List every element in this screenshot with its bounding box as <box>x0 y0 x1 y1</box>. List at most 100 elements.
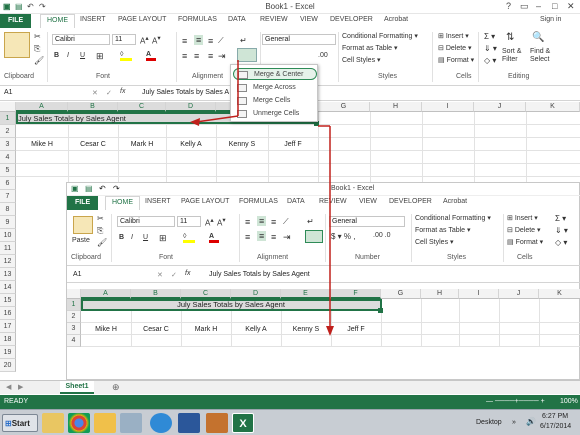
inner-column-header-h[interactable]: H <box>421 289 459 299</box>
row-header-12[interactable]: 12 <box>0 255 16 268</box>
row-header-15[interactable]: 15 <box>0 294 16 307</box>
sort-filter-icon[interactable]: ⇅ <box>506 32 514 43</box>
indent-icon[interactable]: ⇥ <box>218 51 226 62</box>
row-header-8[interactable]: 8 <box>0 203 16 216</box>
word-icon[interactable] <box>178 413 200 433</box>
inner-font-size-box[interactable]: 11 <box>177 216 201 227</box>
inner-cell-c3[interactable]: Mark H <box>181 323 231 336</box>
inner-top-align-icon[interactable]: ≡ <box>245 217 250 227</box>
tab-formulas[interactable]: FORMULAS <box>178 16 217 23</box>
bold-icon[interactable]: B <box>54 52 59 59</box>
bottom-align-icon[interactable]: ≡ <box>208 36 213 46</box>
cell-a1[interactable]: July Sales Totals by Sales Agent <box>18 112 126 125</box>
inner-number-format-box[interactable]: General <box>329 216 405 227</box>
inner-tab-data[interactable]: DATA <box>287 198 305 205</box>
menu-item-unmerge-cells[interactable]: Unmerge Cells <box>233 108 317 120</box>
autosum-icon[interactable]: Σ ▾ <box>484 32 495 41</box>
tab-home[interactable]: HOME <box>40 14 75 28</box>
cut-icon[interactable]: ✂ <box>34 32 41 41</box>
row-header-10[interactable]: 10 <box>0 229 16 242</box>
row-header-19[interactable]: 19 <box>0 346 16 359</box>
fill-color-icon[interactable]: ◊ <box>120 51 132 61</box>
cell-c3[interactable]: Mark H <box>118 138 166 151</box>
inner-save-icon[interactable]: ▤ <box>85 184 93 193</box>
font-size-box[interactable]: 11 <box>112 34 136 45</box>
desktop-label[interactable]: Desktop <box>476 419 502 426</box>
clear-icon[interactable]: ◇ ▾ <box>484 56 496 65</box>
font-color-icon[interactable]: A <box>146 51 156 61</box>
insert-function-icon[interactable]: fx <box>120 88 125 95</box>
scroll-tabs-right-icon[interactable]: ▶ <box>18 383 23 391</box>
inner-cell-a3[interactable]: Mike H <box>81 323 131 336</box>
row-header-6[interactable]: 6 <box>0 177 16 190</box>
underline-icon[interactable]: U <box>80 52 85 59</box>
tab-insert[interactable]: INSERT <box>80 16 106 23</box>
cell-b3[interactable]: Cesar C <box>68 138 118 151</box>
number-format-box[interactable]: General <box>262 34 336 45</box>
formula-input[interactable]: July Sales Totals by Sales A <box>140 88 234 99</box>
app-icon[interactable] <box>120 413 142 433</box>
inner-italic-icon[interactable]: I <box>131 234 133 241</box>
tab-view[interactable]: VIEW <box>300 16 318 23</box>
inner-tab-formulas[interactable]: FORMULAS <box>239 198 278 205</box>
sign-in-link[interactable]: Sign in <box>540 16 561 23</box>
inner-clear-icon[interactable]: ◇ ▾ <box>555 238 567 247</box>
row-header-13[interactable]: 13 <box>0 268 16 281</box>
inner-format-cells-button[interactable]: ▤ Format ▾ <box>507 238 543 246</box>
inner-tab-developer[interactable]: DEVELOPER <box>389 198 432 205</box>
sort-filter-button[interactable]: Sort & Filter <box>502 48 526 64</box>
inner-row-header-4[interactable]: 4 <box>67 335 81 347</box>
inner-cell-b3[interactable]: Cesar C <box>131 323 181 336</box>
row-header-18[interactable]: 18 <box>0 333 16 346</box>
font-name-box[interactable]: Calibri <box>52 34 110 45</box>
inner-tab-insert[interactable]: INSERT <box>145 198 171 205</box>
inner-bold-icon[interactable]: B <box>119 234 124 241</box>
tray-chevron-icon[interactable]: » <box>512 419 516 426</box>
inner-tab-page-layout[interactable]: PAGE LAYOUT <box>181 198 229 205</box>
cell-e3[interactable]: Kenny S <box>216 138 268 151</box>
inner-middle-align-icon[interactable]: ≡ <box>257 216 267 226</box>
cell-f3[interactable]: Jeff F <box>268 138 318 151</box>
decrease-decimal-icon[interactable]: .00 <box>318 52 328 59</box>
row-header-20[interactable]: 20 <box>0 359 16 372</box>
column-header-k[interactable]: K <box>526 102 580 112</box>
borders-icon[interactable]: ⊞ <box>96 51 104 62</box>
inner-paste-button[interactable]: Paste <box>72 237 90 244</box>
internet-explorer-icon[interactable] <box>150 413 172 433</box>
column-header-c[interactable]: C <box>118 102 166 112</box>
cell-styles-button[interactable]: Cell Styles ▾ <box>342 56 381 64</box>
row-header-5[interactable]: 5 <box>0 164 16 177</box>
column-header-d[interactable]: D <box>166 102 216 112</box>
zoom-slider[interactable]: — ────+──── + <box>486 398 545 405</box>
inner-merge-center-button[interactable] <box>305 230 323 243</box>
inner-paste-icon[interactable] <box>73 216 93 234</box>
column-header-a[interactable]: A <box>16 102 68 112</box>
inner-wrap-text-icon[interactable]: ↵ <box>307 217 314 226</box>
inner-font-name-box[interactable]: Calibri <box>117 216 175 227</box>
format-cells-button[interactable]: ▤ Format ▾ <box>438 56 474 64</box>
inner-row-header-2[interactable]: 2 <box>67 311 81 323</box>
name-box[interactable]: A1 <box>2 88 72 99</box>
inner-delete-cells-button[interactable]: ⊟ Delete ▾ <box>507 226 541 234</box>
menu-item-merge-cells[interactable]: Merge Cells <box>233 95 317 107</box>
inner-conditional-formatting-button[interactable]: Conditional Formatting ▾ <box>415 214 491 222</box>
merge-center-button[interactable] <box>237 48 257 62</box>
sheet-tab-sheet1[interactable]: Sheet1 <box>60 381 94 394</box>
inner-copy-icon[interactable]: ⎘ <box>97 226 103 236</box>
grow-font-icon[interactable]: A▴ <box>140 34 149 46</box>
row-header-9[interactable]: 9 <box>0 216 16 229</box>
inner-cell-f3[interactable]: Jeff F <box>331 323 381 336</box>
inner-tab-view[interactable]: VIEW <box>359 198 377 205</box>
inner-fill-color-icon[interactable]: ◊ <box>183 233 195 243</box>
tab-page-layout[interactable]: PAGE LAYOUT <box>118 16 166 23</box>
inner-decimal-icon[interactable]: .00 .0 <box>373 232 391 239</box>
insert-cells-button[interactable]: ⊞ Insert ▾ <box>438 32 469 40</box>
inner-tab-review[interactable]: REVIEW <box>319 198 347 205</box>
inner-insert-function-icon[interactable]: fx <box>185 270 190 277</box>
orientation-icon[interactable]: ⟋ <box>218 36 224 46</box>
row-header-3[interactable]: 3 <box>0 138 16 151</box>
zoom-level[interactable]: 100% <box>560 398 578 405</box>
align-right-icon[interactable]: ≡ <box>208 51 213 61</box>
shrink-font-icon[interactable]: A▾ <box>152 34 161 46</box>
inner-tab-home[interactable]: HOME <box>105 196 140 210</box>
